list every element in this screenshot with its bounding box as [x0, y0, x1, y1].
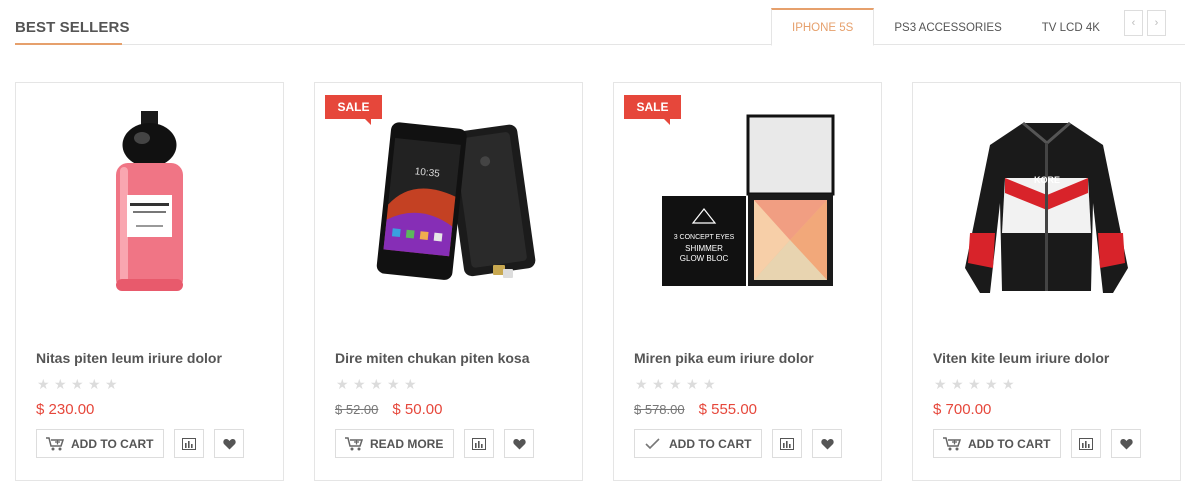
rating-stars: ★ ★ ★ ★ ★	[37, 377, 119, 391]
compare-icon	[780, 437, 795, 450]
price: $ 555.00	[698, 401, 757, 418]
add-to-cart-button[interactable]: ADD TO CART	[634, 429, 763, 458]
price-row: $ 230.00	[36, 401, 94, 418]
cart-icon	[345, 436, 364, 450]
compare-icon	[472, 437, 487, 450]
carousel-nav: ‹ ›	[1124, 10, 1166, 36]
nail-polish-image	[116, 111, 183, 291]
star-icon: ★	[336, 376, 349, 392]
heart-icon	[821, 438, 834, 449]
product-image[interactable]: KORE	[913, 83, 1180, 333]
price: $ 50.00	[392, 401, 443, 418]
next-button[interactable]: ›	[1147, 10, 1166, 36]
rating-stars: ★ ★ ★ ★ ★	[336, 377, 418, 391]
star-icon: ★	[105, 376, 118, 392]
star-icon: ★	[370, 376, 383, 392]
product-actions: ADD TO CART	[36, 429, 245, 458]
compare-button[interactable]	[1071, 429, 1102, 458]
product-card: SALE 3 CONCEPT EYES SHIMMER GLOW BLOC Mi…	[613, 82, 882, 481]
product-actions: ADD TO CART	[933, 429, 1142, 458]
product-name[interactable]: Nitas piten leum iriure dolor	[36, 350, 222, 366]
svg-text:GLOW BLOC: GLOW BLOC	[680, 254, 729, 263]
wishlist-button[interactable]	[214, 429, 245, 458]
star-icon: ★	[88, 376, 101, 392]
star-icon: ★	[652, 376, 665, 392]
star-icon: ★	[1002, 376, 1015, 392]
sale-badge: SALE	[624, 95, 681, 125]
star-icon: ★	[968, 376, 981, 392]
button-label: ADD TO CART	[71, 436, 154, 451]
product-card: KORE Viten kite leum iriure dolor ★ ★ ★ …	[912, 82, 1181, 481]
section-title: BEST SELLERS	[15, 19, 130, 36]
product-card: Nitas piten leum iriure dolor ★ ★ ★ ★ ★ …	[15, 82, 284, 481]
product-name[interactable]: Dire miten chukan piten kosa	[335, 350, 530, 366]
svg-text:KORE: KORE	[1034, 175, 1060, 185]
star-icon: ★	[951, 376, 964, 392]
heart-icon	[513, 438, 526, 449]
star-icon: ★	[37, 376, 50, 392]
category-tabs: IPHONE 5S PS3 ACCESSORIES TV LCD 4K	[771, 8, 1120, 46]
product-name[interactable]: Viten kite leum iriure dolor	[933, 350, 1109, 366]
star-icon: ★	[635, 376, 648, 392]
compare-button[interactable]	[464, 429, 495, 458]
price: $ 230.00	[36, 401, 95, 418]
star-icon: ★	[353, 376, 366, 392]
old-price: $ 52.00	[335, 402, 379, 417]
jacket-image: KORE	[965, 121, 1128, 293]
tab-ps3-accessories[interactable]: PS3 ACCESSORIES	[874, 8, 1021, 46]
wishlist-button[interactable]	[504, 429, 535, 458]
product-card: SALE 10:35 Dire miten chukan piten kosa …	[314, 82, 583, 481]
product-actions: ADD TO CART	[634, 429, 843, 458]
star-icon: ★	[387, 376, 400, 392]
heart-icon	[223, 438, 236, 449]
compare-button[interactable]	[174, 429, 205, 458]
phone-image: 10:35	[376, 122, 536, 280]
price-row: $ 52.00 $ 50.00	[335, 401, 442, 418]
product-image[interactable]	[16, 83, 283, 333]
svg-text:3 CONCEPT EYES: 3 CONCEPT EYES	[674, 234, 735, 241]
compare-icon	[182, 437, 197, 450]
compare-icon	[1079, 437, 1094, 450]
star-icon: ★	[934, 376, 947, 392]
sale-badge: SALE	[325, 95, 382, 125]
star-icon: ★	[686, 376, 699, 392]
price: $ 700.00	[933, 401, 992, 418]
title-underline	[15, 43, 122, 45]
product-image[interactable]: 3 CONCEPT EYES SHIMMER GLOW BLOC	[614, 83, 881, 333]
rating-stars: ★ ★ ★ ★ ★	[635, 377, 717, 391]
add-to-cart-button[interactable]: ADD TO CART	[933, 429, 1062, 458]
price-row: $ 700.00	[933, 401, 991, 418]
star-icon: ★	[669, 376, 682, 392]
product-actions: READ MORE	[335, 429, 535, 458]
prev-button[interactable]: ‹	[1124, 10, 1143, 36]
tab-tv-lcd-4k[interactable]: TV LCD 4K	[1022, 8, 1120, 46]
button-label: ADD TO CART	[968, 436, 1051, 451]
star-icon: ★	[703, 376, 716, 392]
read-more-button[interactable]: READ MORE	[335, 429, 455, 458]
wishlist-button[interactable]	[812, 429, 843, 458]
heart-icon	[1120, 438, 1133, 449]
compare-button[interactable]	[772, 429, 803, 458]
product-name[interactable]: Miren pika eum iriure dolor	[634, 350, 814, 366]
star-icon: ★	[71, 376, 84, 392]
button-label: ADD TO CART	[669, 436, 752, 451]
check-icon	[645, 437, 660, 449]
star-icon: ★	[404, 376, 417, 392]
star-icon: ★	[985, 376, 998, 392]
old-price: $ 578.00	[634, 402, 685, 417]
button-label: READ MORE	[370, 436, 444, 451]
tab-iphone-5s[interactable]: IPHONE 5S	[771, 8, 875, 46]
star-icon: ★	[54, 376, 67, 392]
svg-text:SHIMMER: SHIMMER	[685, 244, 723, 253]
price-row: $ 578.00 $ 555.00	[634, 401, 757, 418]
cart-icon	[943, 436, 962, 450]
chevron-right-icon: ›	[1154, 17, 1159, 29]
compact-image: 3 CONCEPT EYES SHIMMER GLOW BLOC	[662, 114, 835, 286]
chevron-left-icon: ‹	[1131, 17, 1136, 29]
cart-icon	[46, 436, 65, 450]
wishlist-button[interactable]	[1111, 429, 1142, 458]
product-image[interactable]: 10:35	[315, 83, 582, 333]
rating-stars: ★ ★ ★ ★ ★	[934, 377, 1016, 391]
add-to-cart-button[interactable]: ADD TO CART	[36, 429, 165, 458]
